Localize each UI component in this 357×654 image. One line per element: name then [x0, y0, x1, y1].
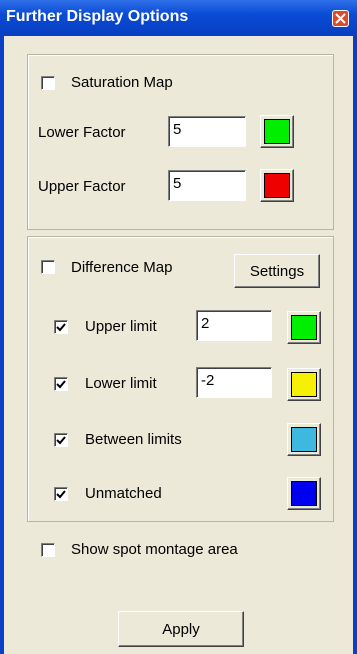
- unmatched-color-swatch: [291, 481, 317, 506]
- checkmark-icon: [56, 323, 66, 332]
- saturation-map-label: Saturation Map: [71, 74, 173, 91]
- further-display-options-window: Further Display Options Saturation Map L…: [0, 0, 357, 654]
- saturation-map-checkbox[interactable]: [41, 76, 55, 90]
- close-icon: [335, 13, 346, 24]
- window-left-border: [0, 36, 4, 654]
- checkmark-icon: [56, 490, 66, 499]
- unmatched-color-button[interactable]: [287, 477, 321, 510]
- upper-limit-color-swatch: [291, 315, 317, 340]
- unmatched-checkbox[interactable]: [54, 487, 68, 501]
- title-bar[interactable]: Further Display Options: [0, 0, 357, 36]
- difference-map-label: Difference Map: [71, 259, 173, 276]
- upper-factor-label: Upper Factor: [38, 178, 126, 195]
- lower-factor-color-button[interactable]: [260, 115, 294, 148]
- lower-factor-input[interactable]: 5: [168, 116, 246, 147]
- unmatched-label: Unmatched: [85, 485, 162, 502]
- lower-factor-color-swatch: [264, 119, 290, 144]
- between-limits-color-swatch: [291, 427, 317, 452]
- lower-limit-checkbox[interactable]: [54, 377, 68, 391]
- upper-factor-color-swatch: [264, 173, 290, 198]
- upper-limit-checkbox[interactable]: [54, 320, 68, 334]
- between-limits-checkbox[interactable]: [54, 433, 68, 447]
- between-limits-label: Between limits: [85, 431, 182, 448]
- apply-button[interactable]: Apply: [118, 611, 244, 647]
- window-title: Further Display Options: [6, 8, 189, 25]
- lower-factor-label: Lower Factor: [38, 124, 126, 141]
- settings-button[interactable]: Settings: [234, 254, 320, 288]
- upper-factor-color-button[interactable]: [260, 169, 294, 202]
- checkmark-icon: [56, 436, 66, 445]
- show-spot-montage-label: Show spot montage area: [71, 541, 238, 558]
- difference-map-checkbox[interactable]: [41, 260, 55, 274]
- lower-limit-color-swatch: [291, 372, 317, 397]
- lower-limit-color-button[interactable]: [287, 368, 321, 401]
- upper-limit-label: Upper limit: [85, 318, 157, 335]
- close-button[interactable]: [332, 10, 349, 27]
- between-limits-color-button[interactable]: [287, 423, 321, 456]
- checkmark-icon: [56, 380, 66, 389]
- window-right-border: [353, 36, 357, 654]
- lower-limit-input[interactable]: -2: [196, 367, 272, 398]
- upper-limit-color-button[interactable]: [287, 311, 321, 344]
- upper-factor-input[interactable]: 5: [168, 170, 246, 201]
- show-spot-montage-checkbox[interactable]: [41, 543, 55, 557]
- upper-limit-input[interactable]: 2: [196, 310, 272, 341]
- lower-limit-label: Lower limit: [85, 375, 157, 392]
